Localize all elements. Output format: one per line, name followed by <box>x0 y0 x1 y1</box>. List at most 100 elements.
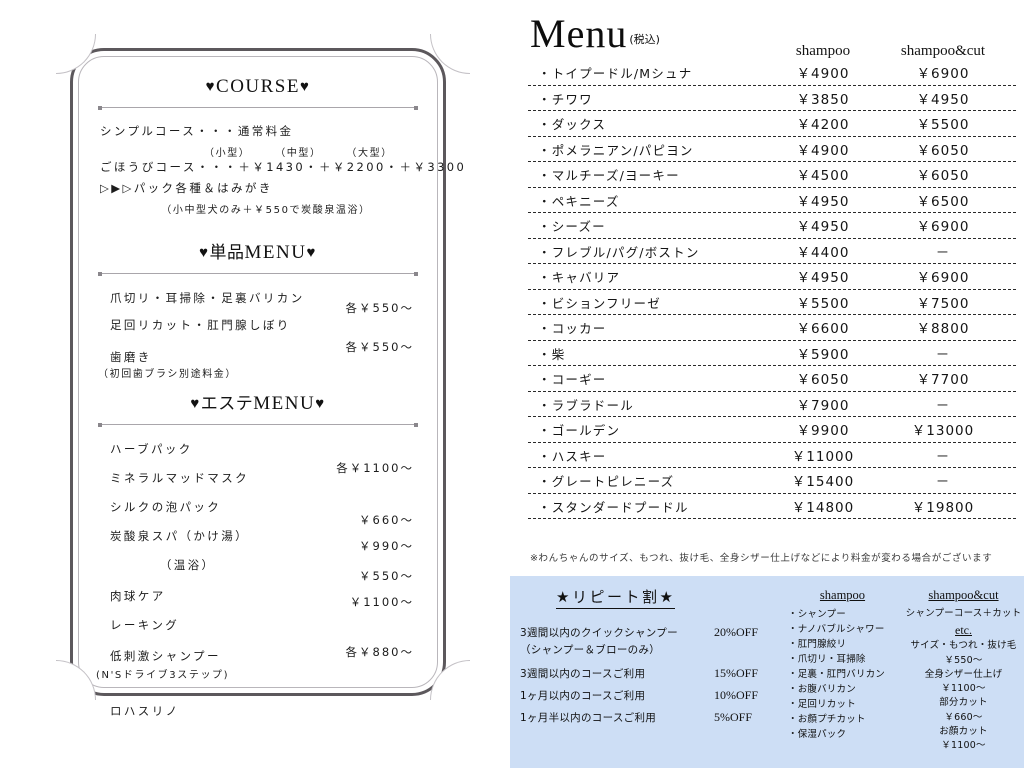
breed-name: ・フレブル/パグ/ボストン <box>538 244 700 260</box>
repeat-discount-title: ★リピート割★ <box>556 586 676 609</box>
shampoo-price: ￥3850 <box>796 91 850 108</box>
breed-name: ・トイプードル/Mシュナ <box>538 66 693 81</box>
discount-row: 1ヶ月半以内のコースご利用 5%OFF <box>520 710 776 725</box>
shampoo-cut-price: － <box>935 474 951 490</box>
table-row: ・チワワ ￥3850 ￥4950 <box>528 86 1016 111</box>
table-row: ・コッカー ￥6600 ￥8800 <box>528 315 1016 341</box>
discount-row: 3週間以内のコースご利用 15%OFF <box>520 666 776 681</box>
este-price-raking: ￥1100～ <box>349 595 414 609</box>
shampoo-price: ￥5500 <box>796 295 850 312</box>
table-row: ・ペキニーズ ￥4950 ￥6500 <box>528 188 1016 213</box>
shampoo-contents-heading: shampoo <box>819 588 866 602</box>
course-block: シンプルコース・・・通常料金 （小型） （中型） （大型） ごほうびコース・・・… <box>94 121 464 216</box>
etc-heading: etc. <box>955 623 972 638</box>
discount-row: 3週間以内のクイックシャンプー 20%OFF <box>520 625 776 640</box>
shampoo-price: ￥15400 <box>791 474 855 490</box>
list-item: ・ナノバブルシャワー <box>788 624 885 635</box>
tanpin-price-group-1: 各￥550～ <box>345 301 414 315</box>
discount-percent: 15%OFF <box>714 666 759 680</box>
shampoo-price: ￥6600 <box>796 321 850 337</box>
shampoo-price: ￥7900 <box>796 397 850 414</box>
shampoo-price: ￥4400 <box>796 244 850 261</box>
right-menu-panel: Menu (税込) shampoo shampoo&cut ・トイプードル/Mシュ… <box>500 0 1024 768</box>
este-item-raking: レーキング <box>110 618 180 632</box>
tanpin-price-group-2: 各￥550～ <box>345 340 414 354</box>
list-item: お顔カット <box>939 725 988 737</box>
shampoo-cut-contents-heading: shampoo&cut <box>928 588 999 602</box>
shampoo-cut-price: ￥13000 <box>911 423 975 439</box>
shampoo-contents-column: shampoo ・シャンプー ・ナノバブルシャワー ・肛門腺絞リ ・爪切リ・耳掃除 ・足… <box>782 576 903 768</box>
shampoo-cut-price: ￥6050 <box>916 168 970 184</box>
shampoo-cut-price: － <box>935 397 951 414</box>
tanpin-divider <box>98 271 418 276</box>
discount-row: 1ヶ月以内のコースご利用 10%OFF <box>520 688 776 703</box>
este-price-spa-onyoku: ￥990～ <box>359 539 414 553</box>
shampoo-cut-price: ￥8800 <box>916 321 970 337</box>
shampoo-price: ￥4900 <box>796 66 850 82</box>
este-item-lohasreno: ロハスリノ <box>110 704 180 718</box>
left-menu-panel: ♥COURSE♥ シンプルコース・・・通常料金 （小型） （中型） （大型） ご… <box>0 0 500 768</box>
shampoo-cut-price: － <box>935 346 951 363</box>
heart-icon-right: ♥ <box>299 79 311 95</box>
shampoo-cut-price: ￥5500 <box>916 117 970 133</box>
breed-name: ・マルチーズ/ヨーキー <box>538 168 680 183</box>
este-price-paw: ￥550～ <box>359 569 414 583</box>
table-row: ・ゴールデン ￥9900 ￥13000 <box>528 417 1016 443</box>
discount-percent: 5%OFF <box>714 710 753 724</box>
list-item: ・お顔プチカット <box>788 714 866 725</box>
list-item: ￥1100～ <box>941 683 986 694</box>
table-row: ・柴 ￥5900 － <box>528 341 1016 366</box>
repeat-discount-box: ★リピート割★ 3週間以内のクイックシャンプー 20%OFF （シャンプー＆ブローの… <box>510 576 1024 768</box>
breed-name: ・チワワ <box>538 91 593 107</box>
discount-label: 1ヶ月以内のコースご利用 <box>520 690 646 702</box>
breed-name: ・ダックス <box>538 117 607 132</box>
course-size-labels: （小型） （中型） （大型） <box>204 148 393 159</box>
list-item: ・爪切リ・耳掃除 <box>788 654 866 665</box>
shampoo-cut-price: ￥6900 <box>916 219 970 235</box>
tanpin-item-teeth-note: （初回歯ブラシ別途料金） <box>98 369 237 380</box>
tanpin-item-legcut: 足回リカット・肛門腺しぼり <box>110 318 291 332</box>
table-row: ・トイプードル/Mシュナ ￥4900 ￥6900 <box>528 60 1016 86</box>
tanpin-heading-en: MENU <box>244 242 307 263</box>
table-row: ・ビションフリーゼ ￥5500 ￥7500 <box>528 290 1016 315</box>
shampoo-price: ￥11000 <box>791 448 855 465</box>
list-item: ・足回リカット <box>788 699 856 710</box>
breed-name: ・柴 <box>538 346 566 362</box>
shampoo-price: ￥4500 <box>796 168 850 184</box>
discount-percent: 10%OFF <box>714 688 759 702</box>
shampoo-cut-items: サイズ・もつれ・抜け毛 ￥550～ 全身シザー仕上げ ￥1100～ 部分カット ￥660～… <box>903 639 1024 753</box>
este-item-herb: ハーブパック <box>110 442 193 456</box>
breed-name: ・グレートピレニーズ <box>538 474 675 489</box>
este-menu-body: ハーブパック ミネラルマッドマスク 各￥1100～ シルクの泡パック 炭酸泉スパ… <box>94 438 422 718</box>
shampoo-price: ￥4950 <box>796 219 850 235</box>
tanpin-menu-heading: ♥単品MENU♥ <box>94 238 422 264</box>
shampoo-cut-price: － <box>935 448 951 465</box>
shampoo-contents-items: ・シャンプー ・ナノバブルシャワー ・肛門腺絞リ ・爪切リ・耳掃除 ・足裏・肛門バリカン… <box>782 607 903 742</box>
list-item: ￥660～ <box>944 711 983 723</box>
course-heading-label: COURSE <box>216 76 300 97</box>
course-note: （小中型犬のみ＋￥550で炭酸泉温浴） <box>161 205 371 216</box>
list-item: 部分カット <box>939 697 988 709</box>
shampoo-cut-price: ￥6050 <box>916 142 970 159</box>
breed-name: ・シーズー <box>538 219 606 234</box>
este-price-shampoo: 各￥880～ <box>345 645 414 659</box>
list-item: ￥550～ <box>944 654 983 666</box>
breed-name: ・コーギー <box>538 372 607 387</box>
menu-page: ♥COURSE♥ シンプルコース・・・通常料金 （小型） （中型） （大型） ご… <box>0 0 1024 768</box>
course-heading: ♥COURSE♥ <box>94 76 422 98</box>
shampoo-cut-price: ￥7500 <box>916 295 970 312</box>
shampoo-cut-contents-column: shampoo&cut シャンプーコース＋カット etc. サイズ・もつれ・抜け… <box>903 576 1024 768</box>
shampoo-price: ￥4950 <box>796 193 850 210</box>
shampoo-cut-price: ￥19800 <box>911 499 975 516</box>
breed-name: ・ペキニーズ <box>538 193 620 209</box>
shampoo-price: ￥4200 <box>796 117 850 133</box>
breed-name: ・キャバリア <box>538 270 621 285</box>
tanpin-menu-body: 爪切リ・耳掃除・足裏バリカン 足回リカット・肛門腺しぼり 各￥550～ 歯磨き … <box>94 287 422 380</box>
discount-label: 3週間以内のコースご利用 <box>520 668 646 680</box>
este-heading-jp: エステ <box>200 394 254 414</box>
heart-icon-right: ♥ <box>306 245 317 261</box>
breed-name: ・ゴールデン <box>538 423 621 438</box>
price-table-note: ※わんちゃんのサイズ、もつれ、抜け毛、全身シザー仕上げなどにより料金が変わる場合… <box>530 553 993 564</box>
este-item-shampoo-sub: (N'Sドライブ3ステップ) <box>96 670 230 681</box>
shampoo-cut-price: ￥6900 <box>916 66 970 82</box>
